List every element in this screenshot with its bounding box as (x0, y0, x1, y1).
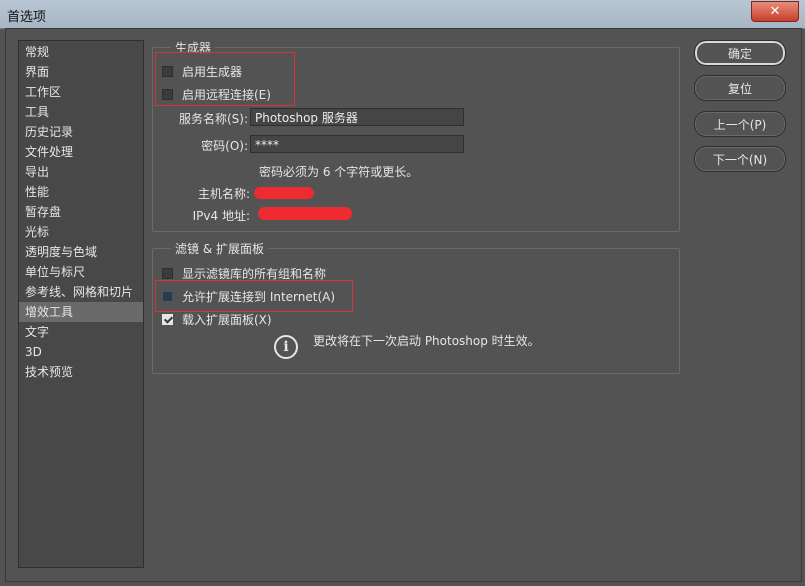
sidebar-item-type[interactable]: 文字 (19, 322, 143, 342)
reset-button[interactable]: 复位 (694, 75, 786, 101)
window-title: 首选项 (7, 10, 47, 25)
show-all-filters-checkbox[interactable] (162, 268, 173, 279)
sidebar-item-plugins[interactable]: 增效工具 (19, 302, 143, 322)
load-panels-row: 载入扩展面板(X) (162, 311, 272, 328)
sidebar-item-file-handling[interactable]: 文件处理 (19, 142, 143, 162)
restart-note: 更改将在下一次启动 Photoshop 时生效。 (313, 334, 540, 348)
previous-button[interactable]: 上一个(P) (694, 111, 786, 137)
password-input[interactable]: **** (250, 135, 464, 153)
title-bar: 首选项 ✕ (0, 0, 805, 29)
sidebar-item-tech-preview[interactable]: 技术预览 (19, 362, 143, 382)
info-glyph: i (283, 339, 289, 355)
sidebar-item-units-rulers[interactable]: 单位与标尺 (19, 262, 143, 282)
service-name-input[interactable]: Photoshop 服务器 (250, 108, 464, 126)
sidebar-item-general[interactable]: 常规 (19, 42, 143, 62)
sidebar-item-3d[interactable]: 3D (19, 342, 143, 362)
password-hint: 密码必须为 6 个字符或更长。 (259, 165, 419, 179)
password-label: 密码(O): (201, 139, 248, 153)
load-panels-checkbox[interactable] (162, 314, 173, 325)
sidebar-item-interface[interactable]: 界面 (19, 62, 143, 82)
host-name-redaction (254, 187, 314, 199)
service-name-label: 服务名称(S): (178, 112, 248, 126)
sidebar-item-performance[interactable]: 性能 (19, 182, 143, 202)
ok-button[interactable]: 确定 (694, 40, 786, 66)
info-icon: i (274, 335, 298, 359)
close-button[interactable]: ✕ (751, 1, 799, 22)
preferences-sidebar: 常规 界面 工作区 工具 历史记录 文件处理 导出 性能 暂存盘 光标 透明度与… (18, 40, 144, 568)
sidebar-item-cursors[interactable]: 光标 (19, 222, 143, 242)
filters-legend: 滤镜 & 扩展面板 (171, 240, 268, 257)
close-icon: ✕ (769, 4, 781, 19)
ipv4-redaction (258, 207, 352, 220)
ipv4-label: IPv4 地址: (192, 209, 250, 223)
sidebar-item-workspace[interactable]: 工作区 (19, 82, 143, 102)
sidebar-item-transparency[interactable]: 透明度与色域 (19, 242, 143, 262)
sidebar-item-export[interactable]: 导出 (19, 162, 143, 182)
sidebar-item-tools[interactable]: 工具 (19, 102, 143, 122)
sidebar-item-history[interactable]: 历史记录 (19, 122, 143, 142)
sidebar-item-scratch-disks[interactable]: 暂存盘 (19, 202, 143, 222)
host-name-label: 主机名称: (197, 187, 250, 201)
highlight-box-generator (155, 52, 295, 106)
highlight-box-internet (155, 280, 353, 312)
sidebar-item-guides-grid[interactable]: 参考线、网格和切片 (19, 282, 143, 302)
next-button[interactable]: 下一个(N) (694, 146, 786, 172)
load-panels-label: 载入扩展面板(X) (182, 313, 272, 327)
